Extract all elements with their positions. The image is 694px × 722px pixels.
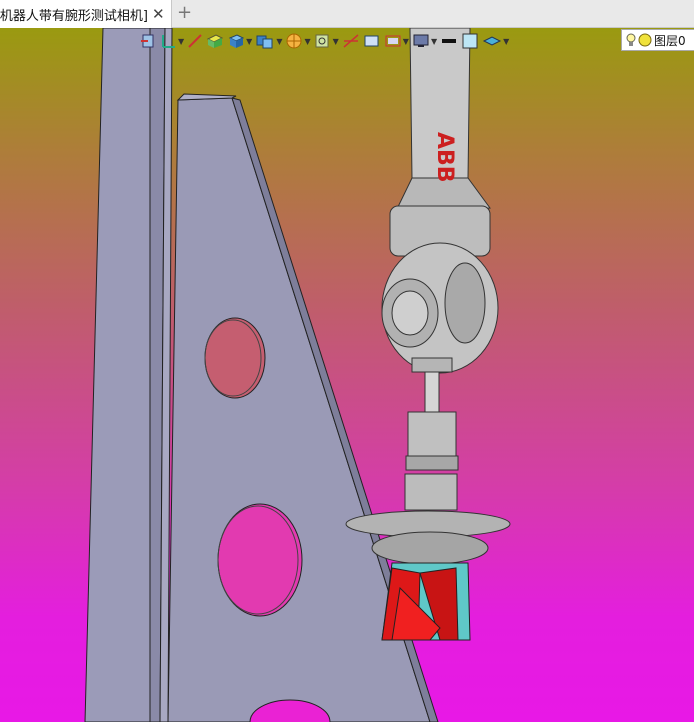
axis-icon[interactable]: ▼ [159, 30, 184, 52]
3d-viewport[interactable]: ABB [0, 28, 694, 722]
multi-cube-icon[interactable]: ▼ [255, 30, 282, 52]
frame-icon[interactable] [363, 30, 381, 52]
box-icon[interactable] [206, 30, 224, 52]
render-icon[interactable]: ▼ [285, 30, 311, 52]
screen-icon[interactable]: ▼ [384, 30, 409, 52]
layers-stack-icon[interactable]: ▼ [482, 30, 509, 52]
layer-selector[interactable]: 图层0 [621, 29, 694, 51]
cube-icon[interactable]: ▼ [227, 30, 252, 52]
add-tab-icon[interactable]: + [177, 4, 192, 22]
scene-canvas: ABB [84, 28, 511, 722]
gripper [381, 562, 471, 641]
lightbulb-icon[interactable] [626, 32, 636, 48]
line-weight-icon[interactable] [440, 30, 458, 52]
robot-brand-label: ABB [432, 132, 457, 183]
view-toolbar: ▼ ▼ ▼ ▼ ▼ ▼ ▼ ▼ [140, 28, 509, 54]
frame-beam [84, 28, 173, 722]
layer-name: 图层0 [654, 33, 686, 48]
lines-icon[interactable] [342, 30, 360, 52]
robot-arm [345, 28, 511, 565]
zoom-icon[interactable]: ▼ [314, 30, 339, 52]
exit-icon[interactable] [140, 30, 156, 52]
wand-icon[interactable] [187, 30, 203, 52]
close-icon[interactable]: ✕ [152, 6, 165, 22]
color-swatch-icon[interactable] [461, 30, 479, 52]
tab-bar: [测试机器人带有腕形测试相机] ✕ + [0, 0, 694, 28]
sun-icon[interactable] [638, 33, 652, 47]
monitor-icon[interactable]: ▼ [412, 30, 437, 52]
document-tab[interactable]: [测试机器人带有腕形测试相机] ✕ [0, 0, 172, 28]
document-tab-title: [测试机器人带有腕形测试相机] [0, 8, 148, 24]
